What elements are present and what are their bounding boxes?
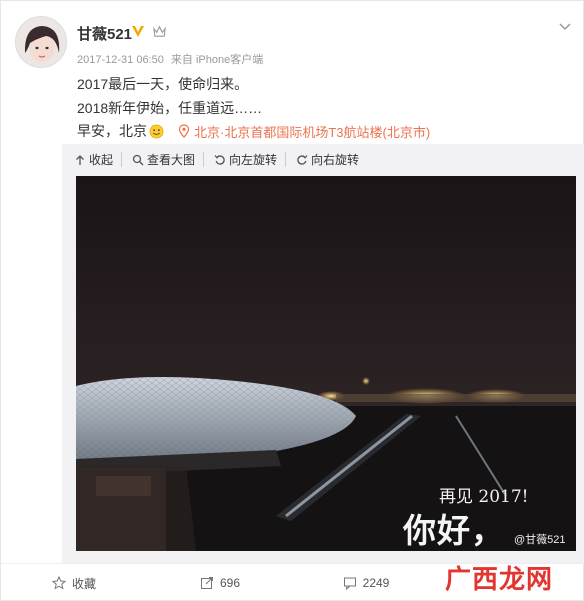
- location-pin-icon: [178, 124, 190, 138]
- media-toolbar: 收起 查看大图 向左旋转 向右旋转: [72, 152, 375, 167]
- post-photo[interactable]: 再见 2017! 你好，2018 @甘薇521: [76, 176, 576, 551]
- username[interactable]: 甘薇521: [77, 23, 132, 44]
- smile-emoji-icon: [149, 124, 164, 138]
- chevron-down-icon[interactable]: [557, 18, 573, 34]
- media-viewer: 收起 查看大图 向左旋转 向右旋转 再见 2017! 你好， @甘薇521: [62, 144, 584, 563]
- comment-count: 2249: [362, 576, 390, 590]
- comment-button[interactable]: 2249: [293, 564, 439, 601]
- view-large-label: 查看大图: [147, 153, 196, 167]
- repost-icon: [200, 577, 213, 589]
- favorite-button[interactable]: 收藏: [1, 564, 147, 601]
- location-link[interactable]: 北京·北京首都国际机场T3航站楼(北京市): [178, 122, 430, 141]
- avatar[interactable]: [15, 16, 67, 68]
- post-text-line: 2018新年伊始，任重道远……: [77, 100, 263, 116]
- rotate-right-icon: [297, 154, 308, 165]
- collapse-label: 收起: [89, 153, 114, 167]
- post-time[interactable]: 2017-12-31 06:50: [77, 54, 164, 66]
- rotate-right-button[interactable]: 向右旋转: [294, 152, 367, 167]
- repost-count: 696: [219, 576, 241, 590]
- photo-watermark: @甘薇521: [514, 534, 566, 546]
- weibo-post-card: 甘薇521 2017-12-31 06:50 来自 iPhone客户端 2017…: [0, 0, 584, 601]
- rotate-left-label: 向左旋转: [229, 153, 278, 167]
- star-icon: [51, 576, 66, 590]
- site-brand-watermark: 广西龙网: [444, 564, 553, 594]
- rotate-left-icon: [214, 154, 225, 165]
- post-text: 早安，北京: [77, 123, 147, 139]
- rotate-right-label: 向右旋转: [311, 153, 360, 167]
- post-meta: 2017-12-31 06:50 来自 iPhone客户端: [77, 51, 263, 67]
- arrow-up-icon: [76, 154, 84, 165]
- post-source: 来自 iPhone客户端: [170, 54, 264, 66]
- search-icon: [132, 154, 144, 165]
- member-crown-icon[interactable]: [152, 24, 167, 39]
- location-label: 北京·北京首都国际机场T3航站楼(北京市): [194, 124, 431, 140]
- view-large-button[interactable]: 查看大图: [130, 152, 205, 167]
- repost-button[interactable]: 696: [147, 564, 293, 601]
- favorite-label: 收藏: [71, 576, 96, 591]
- rotate-left-button[interactable]: 向左旋转: [212, 152, 287, 167]
- collapse-button[interactable]: 收起: [72, 152, 123, 167]
- verified-badge-icon: [132, 26, 144, 37]
- post-text-line: 2017最后一天，使命归来。: [77, 76, 249, 92]
- post-text-line: 早安，北京 北京·北京首都国际机场T3航站楼(北京市): [77, 121, 430, 141]
- comment-icon: [343, 577, 356, 590]
